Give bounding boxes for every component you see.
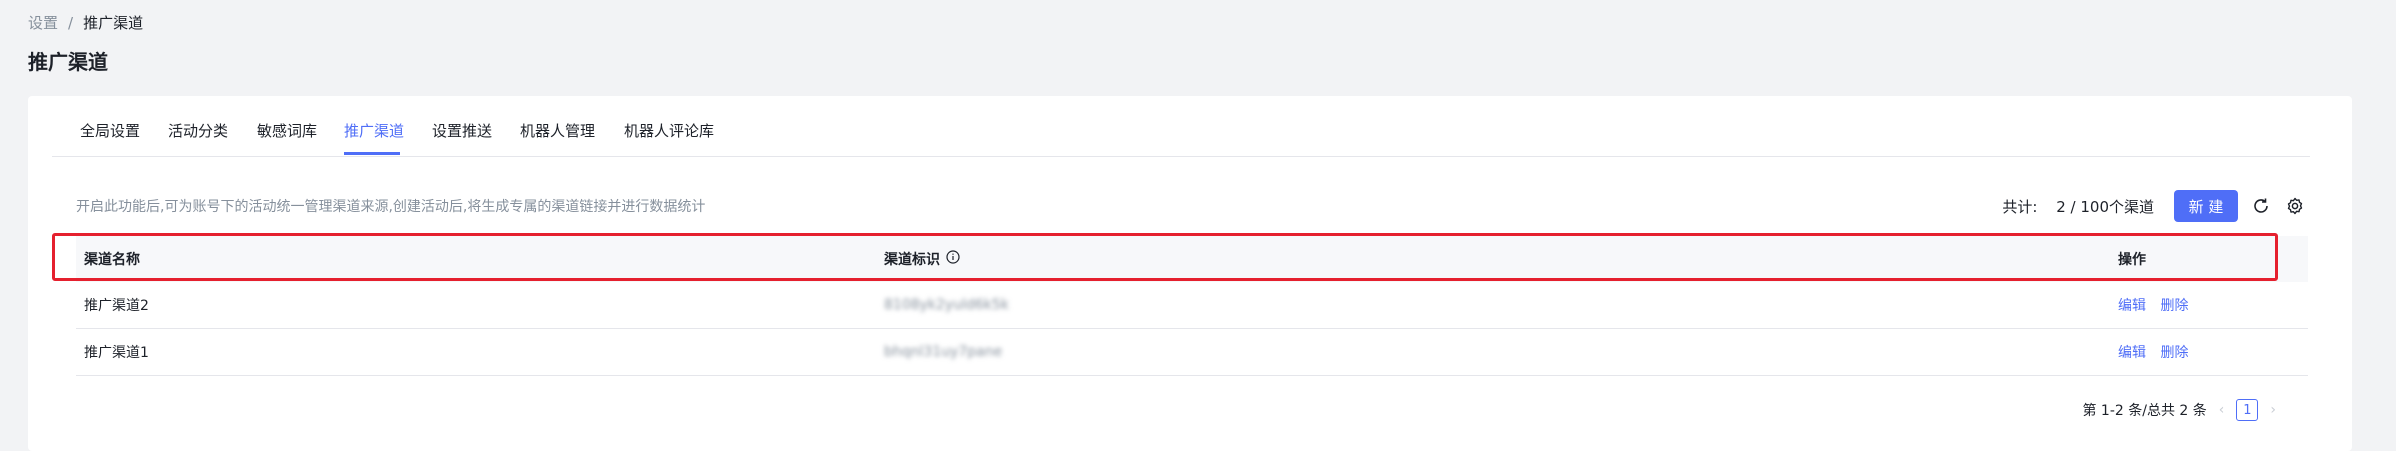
tab-global-settings[interactable]: 全局设置 (80, 120, 140, 141)
channel-count-value: 2 / 100个渠道 (2056, 197, 2154, 216)
tab-robot-management[interactable]: 机器人管理 (520, 120, 595, 141)
breadcrumb: 设置 / 推广渠道 (28, 12, 143, 33)
info-icon[interactable] (946, 250, 960, 268)
pagination-summary: 第 1-2 条/总共 2 条 (2082, 403, 2207, 419)
tab-activity-categories[interactable]: 活动分类 (168, 120, 228, 141)
pagination: 第 1-2 条/总共 2 条 ‹ 1 › (2082, 398, 2276, 422)
page-title: 推广渠道 (28, 50, 108, 74)
tab-robot-comments[interactable]: 机器人评论库 (624, 120, 714, 141)
channel-count: 共计: 2 / 100个渠道 (2002, 196, 2154, 217)
refresh-icon[interactable] (2250, 195, 2272, 217)
channel-name: 推广渠道2 (84, 298, 149, 314)
edit-link[interactable]: 编辑 (2118, 345, 2146, 361)
channel-id: 8108yk2yuld6k5k (884, 297, 1009, 313)
delete-link[interactable]: 删除 (2160, 345, 2188, 361)
breadcrumb-separator: / (68, 13, 74, 32)
gear-icon[interactable] (2284, 195, 2306, 217)
feature-description: 开启此功能后,可为账号下的活动统一管理渠道来源,创建活动后,将生成专属的渠道链接… (76, 199, 706, 215)
breadcrumb-current: 推广渠道 (83, 14, 144, 32)
page-number[interactable]: 1 (2236, 399, 2259, 421)
new-channel-button[interactable]: 新 建 (2174, 190, 2238, 222)
header-channel-name: 渠道名称 (84, 252, 140, 268)
tab-promo-channels[interactable]: 推广渠道 (344, 120, 404, 141)
prev-page-icon[interactable]: ‹ (2219, 402, 2225, 418)
content-card: 全局设置 活动分类 敏感词库 推广渠道 设置推送 机器人管理 机器人评论库 开启… (28, 96, 2352, 451)
table-header: 渠道名称 渠道标识 操作 (76, 236, 2308, 282)
channel-id: bhqnl31uy7pane (884, 344, 1003, 360)
table-row: 推广渠道1 bhqnl31uy7pane 编辑 删除 (76, 329, 2308, 376)
tab-push-settings[interactable]: 设置推送 (432, 120, 492, 141)
table-toolbar: 共计: 2 / 100个渠道 新 建 (2002, 190, 2306, 222)
active-tab-indicator (344, 152, 400, 155)
tab-sensitive-words[interactable]: 敏感词库 (257, 120, 317, 141)
table-row: 推广渠道2 8108yk2yuld6k5k 编辑 删除 (76, 282, 2308, 329)
header-channel-id-label: 渠道标识 (884, 252, 940, 268)
channel-count-label: 共计: (2002, 197, 2038, 216)
edit-link[interactable]: 编辑 (2118, 298, 2146, 314)
next-page-icon[interactable]: › (2270, 402, 2276, 418)
header-actions: 操作 (2118, 252, 2146, 268)
breadcrumb-root[interactable]: 设置 (28, 12, 58, 33)
header-channel-id: 渠道标识 (884, 249, 2118, 269)
channel-table: 渠道名称 渠道标识 操作 推广渠道2 8108yk2yuld6k5k 编辑 删除… (76, 236, 2308, 376)
tab-bar: 全局设置 活动分类 敏感词库 推广渠道 设置推送 机器人管理 机器人评论库 (52, 96, 2310, 157)
channel-name: 推广渠道1 (84, 345, 149, 361)
delete-link[interactable]: 删除 (2160, 298, 2188, 314)
